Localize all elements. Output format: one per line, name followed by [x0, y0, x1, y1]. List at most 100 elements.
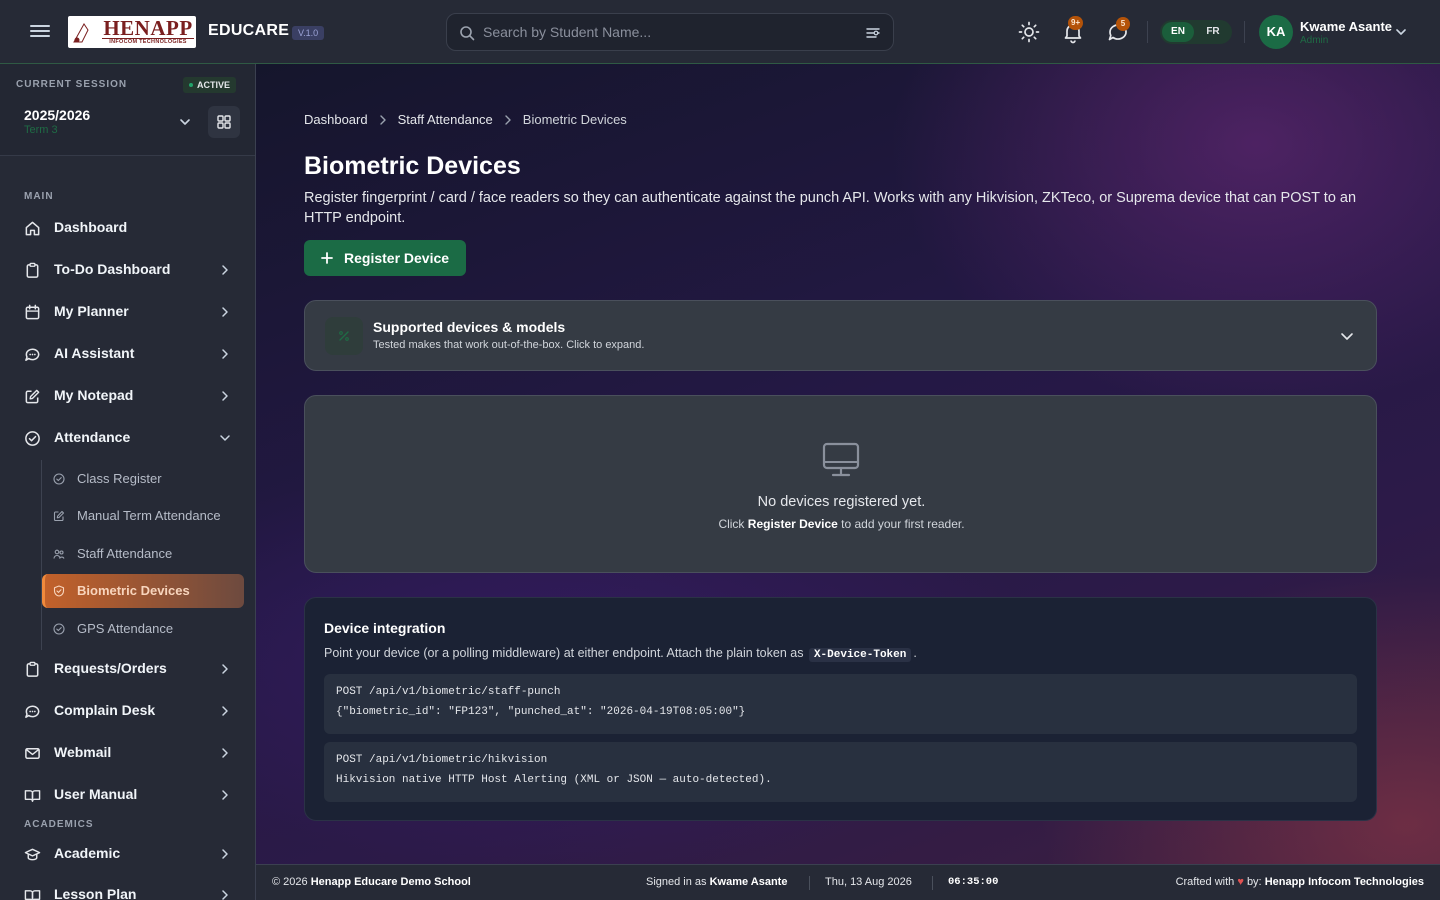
footer-signed-in-prefix: Signed in as: [646, 876, 707, 888]
home-icon: [25, 221, 40, 236]
sidebar-item-my-planner[interactable]: My Planner: [16, 294, 240, 330]
endpoint-body-example: {"biometric_id": "FP123", "punched_at": …: [336, 706, 746, 718]
book-icon: [24, 790, 41, 802]
sidebar-subitem-label: GPS Attendance: [77, 621, 174, 636]
integration-desc-end: .: [913, 646, 917, 660]
supported-devices-subtitle: Tested makes that work out-of-the-box. C…: [373, 339, 645, 351]
chevron-right-icon: [222, 307, 228, 317]
chevron-right-icon: [222, 349, 228, 359]
version-badge: V.1.0: [292, 26, 325, 40]
session-term: Term 3: [24, 124, 58, 136]
menu-toggle-icon[interactable]: [30, 22, 50, 42]
clipboard-icon: [26, 661, 39, 677]
sidebar-item-label: Academic: [54, 845, 121, 861]
search-bar: [446, 13, 894, 51]
sidebar-subitem-class-register[interactable]: Class Register: [42, 462, 244, 496]
user-avatar[interactable]: KA: [1259, 15, 1293, 49]
sidebar: CURRENT SESSION ACTIVE 2025/2026 Term 3 …: [0, 64, 256, 900]
supported-devices-title: Supported devices & models: [373, 319, 566, 335]
sidebar-item-lesson-plan[interactable]: Lesson Plan: [16, 877, 240, 900]
register-device-button[interactable]: Register Device: [304, 240, 466, 276]
apps-grid-button[interactable]: [208, 106, 240, 138]
sidebar-item-dashboard[interactable]: Dashboard: [16, 210, 240, 246]
chevron-right-icon: [222, 849, 228, 859]
user-menu-chevron-down-icon[interactable]: [1394, 25, 1408, 39]
sidebar-item-label: My Notepad: [54, 387, 134, 403]
integration-description: Point your device (or a polling middlewa…: [324, 646, 917, 662]
chevron-right-icon: [222, 706, 228, 716]
calendar-icon: [25, 304, 40, 320]
logo-subtext: INFOCOM TECHNOLOGIES: [109, 39, 187, 45]
header-divider: [1147, 21, 1148, 43]
sidebar-item-label: Lesson Plan: [54, 886, 137, 900]
notifications-count-badge: 9+: [1068, 16, 1084, 30]
plus-icon: [321, 252, 333, 264]
session-chevron-down-icon[interactable]: [178, 115, 192, 129]
sidebar-item-label: Requests/Orders: [54, 660, 167, 676]
footer-divider: [932, 876, 933, 890]
endpoint-code-block-hikvision[interactable]: POST /api/v1/biometric/hikvision Hikvisi…: [324, 742, 1357, 802]
sidebar-item-attendance[interactable]: Attendance: [16, 420, 240, 456]
book-icon: [24, 890, 41, 900]
chevron-down-icon[interactable]: [1339, 328, 1355, 344]
sidebar-item-user-manual[interactable]: User Manual: [16, 777, 240, 813]
language-en-button[interactable]: EN: [1162, 22, 1194, 42]
main-content: Dashboard Staff Attendance Biometric Dev…: [256, 64, 1440, 864]
endpoint-body-example: Hikvision native HTTP Host Alerting (XML…: [336, 774, 772, 786]
sidebar-item-webmail[interactable]: Webmail: [16, 735, 240, 771]
session-year[interactable]: 2025/2026: [24, 107, 90, 123]
sidebar-item-academic[interactable]: Academic: [16, 836, 240, 872]
sidebar-item-complain-desk[interactable]: Complain Desk: [16, 693, 240, 729]
sidebar-item-requests-orders[interactable]: Requests/Orders: [16, 651, 240, 687]
session-label: CURRENT SESSION: [16, 79, 128, 90]
endpoint-code-block-staff-punch[interactable]: POST /api/v1/biometric/staff-punch {"bio…: [324, 674, 1357, 734]
chevron-right-icon: [222, 890, 228, 900]
supported-devices-icon-box: [325, 317, 363, 355]
footer-divider: [809, 876, 810, 890]
footer-credits: Crafted with ♥ by: Henapp Infocom Techno…: [1176, 876, 1424, 888]
sidebar-subitem-staff-attendance[interactable]: Staff Attendance: [42, 537, 244, 571]
chat-bubble-icon: [25, 705, 40, 718]
users-icon: [53, 549, 65, 559]
user-role: Admin: [1300, 35, 1329, 46]
footer-company-link[interactable]: Henapp Infocom Technologies: [1265, 876, 1424, 888]
footer-copyright-year: © 2026: [272, 876, 308, 888]
graduation-cap-icon: [24, 848, 41, 861]
sidebar-subitem-biometric-devices[interactable]: Biometric Devices: [42, 574, 244, 608]
logo-wordmark: HENAPP: [102, 16, 194, 40]
empty-state-hint-suffix: to add your first reader.: [837, 517, 965, 531]
edit-icon: [53, 510, 65, 522]
language-fr-button[interactable]: FR: [1196, 20, 1230, 44]
session-selector: CURRENT SESSION ACTIVE 2025/2026 Term 3: [0, 64, 255, 156]
sidebar-item-label: AI Assistant: [54, 345, 135, 361]
endpoint-request-line: POST /api/v1/biometric/staff-punch: [336, 686, 561, 698]
filter-icon[interactable]: [865, 25, 881, 41]
user-name[interactable]: Kwame Asante: [1300, 19, 1392, 34]
messages-count-badge: 5: [1116, 17, 1130, 31]
breadcrumb-staff-attendance[interactable]: Staff Attendance: [398, 112, 493, 127]
page-title: Biometric Devices: [304, 152, 521, 180]
chevron-right-icon: [222, 265, 228, 275]
sidebar-section-academics: ACADEMICS: [24, 819, 94, 830]
breadcrumb-dashboard[interactable]: Dashboard: [304, 112, 368, 127]
sidebar-item-label: Attendance: [54, 429, 131, 445]
monitor-icon: [822, 442, 860, 477]
supported-devices-accordion[interactable]: Supported devices & models Tested makes …: [304, 300, 1377, 371]
breadcrumb-current: Biometric Devices: [522, 112, 627, 127]
company-logo[interactable]: HENAPP INFOCOM TECHNOLOGIES: [68, 16, 196, 48]
footer-crafted-prefix: Crafted with: [1175, 876, 1235, 888]
search-input[interactable]: [483, 14, 863, 50]
session-status-badge: ACTIVE: [183, 77, 237, 93]
sidebar-item-todo-dashboard[interactable]: To-Do Dashboard: [16, 252, 240, 288]
sidebar-subitem-gps-attendance[interactable]: GPS Attendance: [42, 612, 244, 646]
devices-empty-state: No devices registered yet. Click Registe…: [304, 395, 1377, 573]
sidebar-subitem-label: Staff Attendance: [77, 546, 173, 561]
top-bar: HENAPP INFOCOM TECHNOLOGIES EDUCARE V.1.…: [0, 0, 1440, 64]
chevron-right-icon: [505, 114, 511, 125]
sidebar-item-ai-assistant[interactable]: AI Assistant: [16, 336, 240, 372]
footer-signed-in-user: Kwame Asante: [709, 876, 788, 888]
theme-toggle-sun-icon[interactable]: [1017, 20, 1041, 44]
sidebar-subitem-manual-term-attendance[interactable]: Manual Term Attendance: [42, 499, 244, 533]
register-device-button-label: Register Device: [344, 250, 450, 266]
sidebar-item-my-notepad[interactable]: My Notepad: [16, 378, 240, 414]
